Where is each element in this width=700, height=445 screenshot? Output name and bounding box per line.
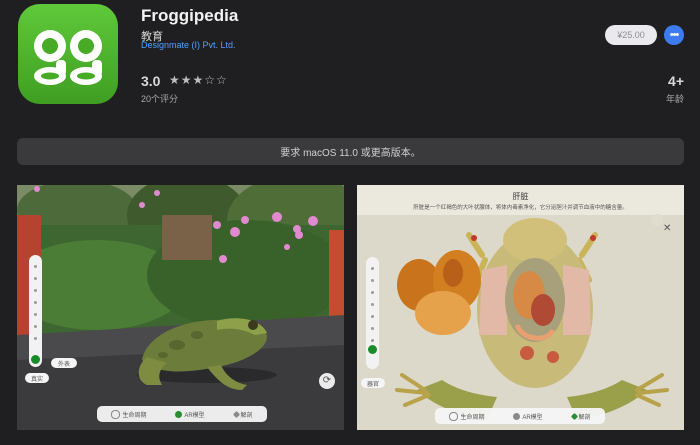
toolbar-item-ar[interactable]: AR模型	[513, 412, 543, 421]
zoom-slider[interactable]	[29, 255, 42, 367]
mode-toolbar: 生命周期 AR模型 解剖	[97, 406, 267, 422]
toolbar-item-lifecycle[interactable]: 生命周期	[449, 411, 484, 421]
age-rating-value: 4+	[668, 73, 684, 89]
buy-price-button[interactable]: ¥25.00	[605, 25, 657, 45]
rating-count: 20个评分	[141, 94, 179, 104]
zoom-slider-knob[interactable]	[31, 355, 40, 364]
more-options-button[interactable]: •••	[664, 25, 684, 45]
organs-toggle[interactable]: 器官	[361, 378, 385, 388]
system-requirement-banner: 要求 macOS 11.0 或更高版本。	[17, 138, 684, 165]
zoom-slider[interactable]	[366, 257, 379, 369]
garden-scene-image	[17, 185, 344, 430]
close-tool-icon[interactable]: ✕	[663, 223, 671, 234]
age-rating-label: 年龄	[665, 94, 684, 104]
ar-frog-icon	[513, 412, 521, 420]
toolbar-item-ar[interactable]: AR模型	[175, 410, 205, 419]
screenshot-dissection[interactable]: 肝脏 肝脏是一个红褐色的大叶状腺体，将体内毒素净化，它分泌胆汁并调节血液中的糖含…	[357, 185, 684, 430]
screenshot-ar-frog[interactable]: 外表 真实 ⟳ 生命周期 AR模型 解剖	[17, 185, 344, 430]
appearance-toggle[interactable]: 外表	[51, 358, 77, 368]
rating-stars-icon: ★★★☆☆	[169, 73, 228, 87]
app-icon	[18, 4, 118, 104]
organ-description: 肝脏是一个红褐色的大叶状腺体，将体内毒素净化，它分泌胆汁并调节血液中的糖含量。	[413, 205, 628, 211]
frog-dissection-image	[357, 185, 684, 430]
rating-value: 3.0	[141, 73, 161, 89]
mode-toolbar: 生命周期 AR模型 解剖	[435, 408, 605, 424]
toolbar-item-dissect[interactable]: 解剖	[232, 410, 253, 419]
reset-rotate-icon[interactable]: ⟳	[319, 373, 335, 389]
developer-link[interactable]: Designmate (I) Pvt. Ltd.	[141, 40, 236, 50]
zoom-slider-knob[interactable]	[368, 345, 377, 354]
app-title: Froggipedia	[141, 6, 239, 25]
scalpel-icon	[570, 412, 578, 420]
organ-title: 肝脏	[512, 192, 529, 201]
lifecycle-icon	[111, 409, 121, 419]
toolbar-item-dissect[interactable]: 解剖	[570, 412, 591, 421]
toolbar-item-lifecycle[interactable]: 生命周期	[111, 409, 146, 419]
scalpel-icon	[232, 410, 240, 418]
realistic-toggle[interactable]: 真实	[25, 373, 49, 383]
lifecycle-icon	[449, 411, 459, 421]
ar-frog-icon	[175, 410, 183, 418]
